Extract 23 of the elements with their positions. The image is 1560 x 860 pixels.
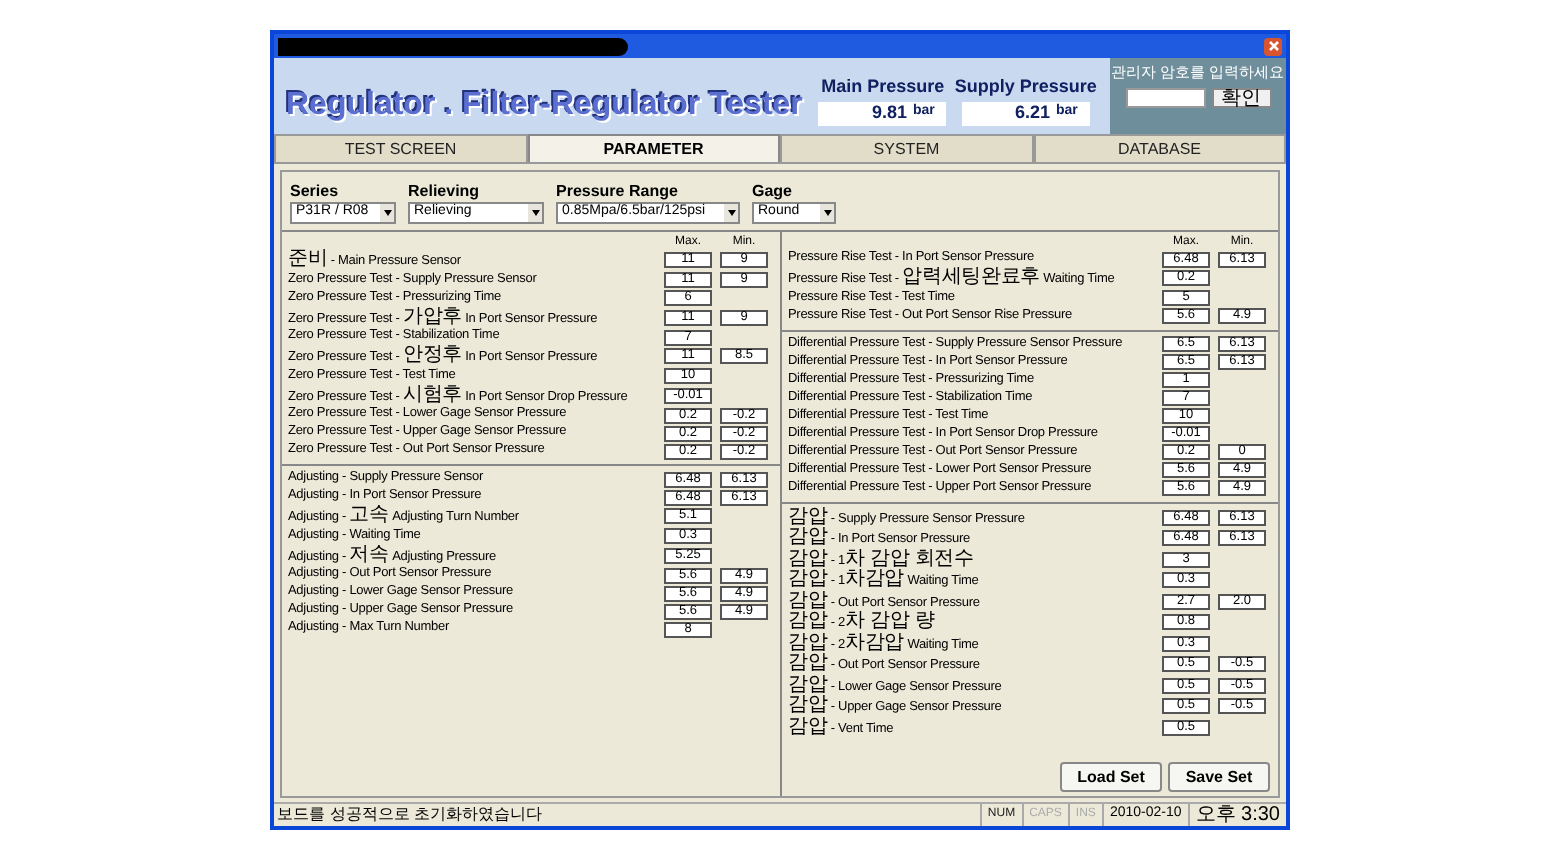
caret-icon (383, 210, 391, 216)
readout-label: Main Pressure (821, 74, 945, 100)
tab[interactable]: TEST SCREEN (274, 134, 527, 162)
dropdown-label: Gage (752, 182, 795, 202)
caret-icon (823, 210, 831, 216)
confirm-button[interactable]: 확인 (1211, 88, 1271, 108)
dropdown-label: Series (290, 182, 341, 202)
close-button[interactable] (1264, 37, 1282, 55)
caret-icon (727, 210, 735, 216)
tab[interactable]: SYSTEM (780, 134, 1033, 162)
close-icon (1267, 40, 1279, 52)
app-title: Regulator . Filter-Regulator Tester (284, 86, 803, 126)
tab[interactable]: PARAMETER (527, 134, 780, 162)
caret-icon (531, 210, 539, 216)
dropdown-label: Relieving (408, 182, 482, 202)
password-field[interactable] (1125, 88, 1205, 108)
action-button[interactable]: Load Set (1060, 762, 1162, 792)
status-message: 보드를 성공적으로 초기화하였습니다 (275, 807, 543, 823)
action-button[interactable]: Save Set (1168, 762, 1270, 792)
tab[interactable]: DATABASE (1033, 134, 1286, 162)
readout-label: Supply Pressure (954, 74, 1097, 100)
dropdown-label: Pressure Range (556, 182, 680, 202)
status-time: 오후 3:30 (1187, 804, 1286, 826)
